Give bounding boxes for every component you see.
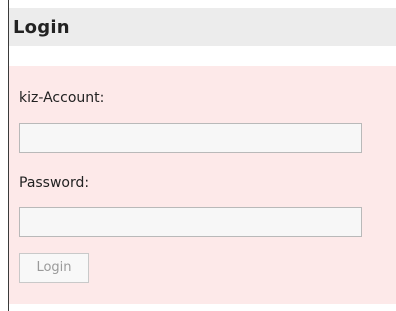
password-input[interactable]: [19, 207, 362, 237]
account-label: kiz-Account:: [19, 90, 105, 106]
password-label: Password:: [19, 175, 90, 191]
account-input[interactable]: [19, 123, 362, 153]
login-panel: Login kiz-Account: Password: Login: [8, 0, 396, 311]
login-button[interactable]: Login: [19, 253, 89, 283]
login-panel-header: Login: [9, 8, 396, 46]
login-panel-title: Login: [13, 17, 70, 38]
login-form: kiz-Account: Password: Login: [9, 66, 396, 304]
